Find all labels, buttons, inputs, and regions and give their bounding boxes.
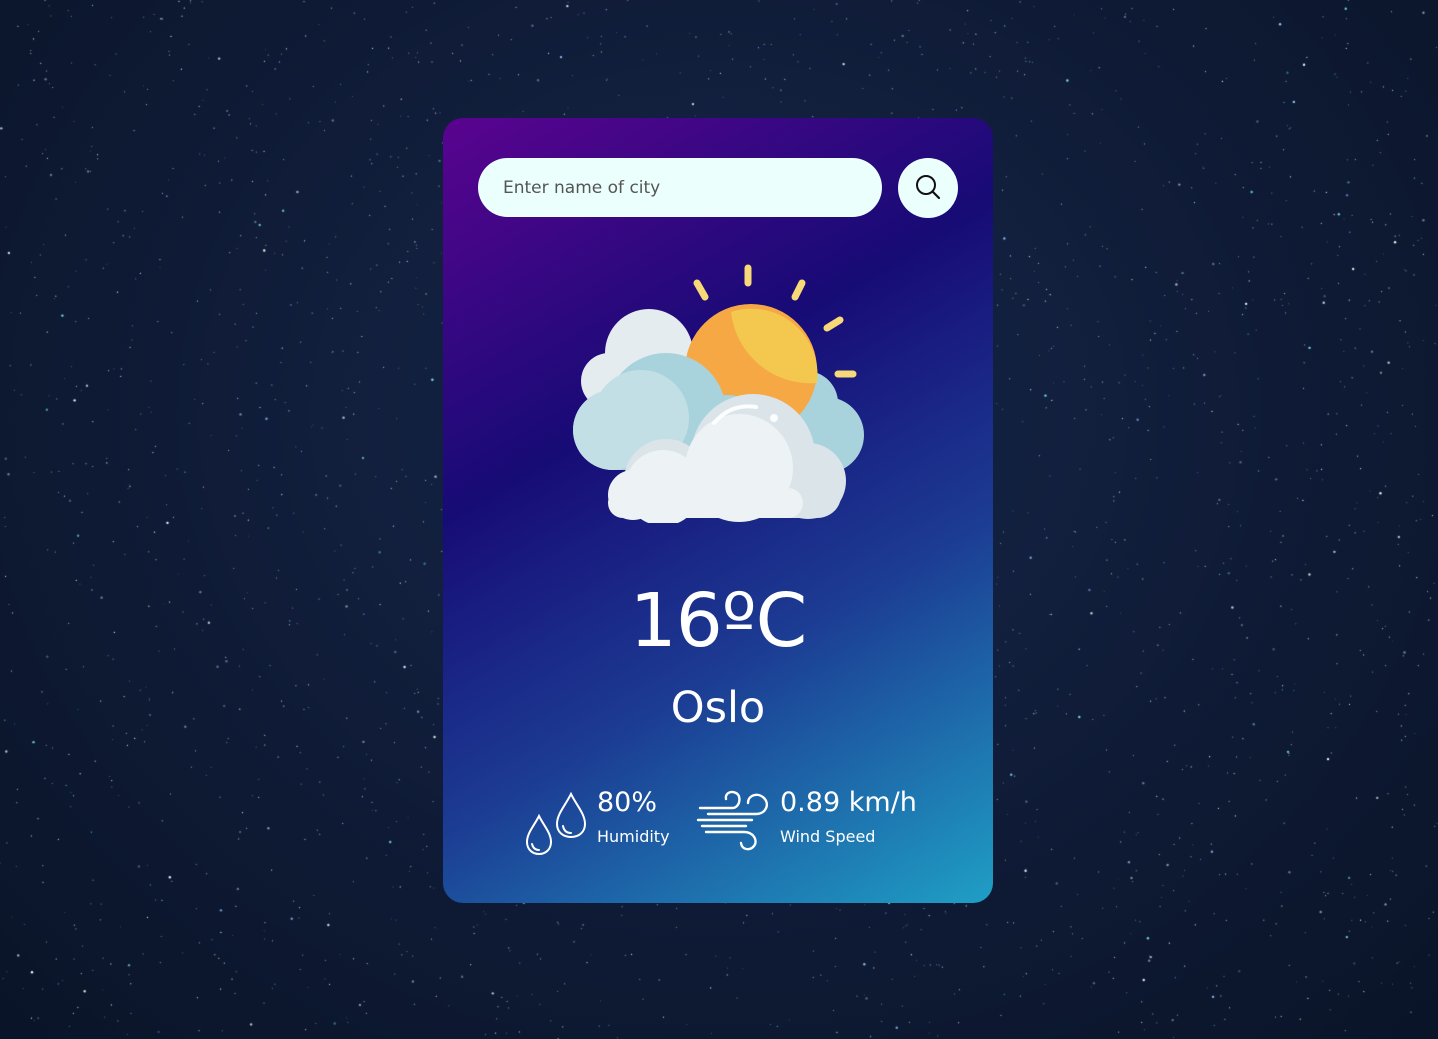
wind-detail: 0.89 km/h Wind Speed	[696, 786, 917, 852]
cloudy-sun-icon	[573, 264, 864, 523]
search-icon	[916, 175, 941, 200]
city-name: Oslo	[670, 683, 766, 733]
wind-speed-label: Wind Speed	[780, 827, 876, 846]
search-button[interactable]	[898, 158, 958, 218]
wind-icon	[696, 790, 768, 851]
humidity-value: 80%	[597, 787, 658, 818]
weather-card: 16ºC Oslo 80% Humidity 0.89 km/h Wind Sp…	[443, 118, 993, 903]
humidity-detail: 80% Humidity	[521, 786, 670, 861]
water-drops-icon	[525, 791, 587, 856]
temperature: 16ºC	[629, 578, 808, 664]
humidity-label: Humidity	[597, 827, 670, 846]
wind-speed-value: 0.89 km/h	[780, 787, 917, 818]
city-search-input[interactable]	[478, 158, 882, 217]
